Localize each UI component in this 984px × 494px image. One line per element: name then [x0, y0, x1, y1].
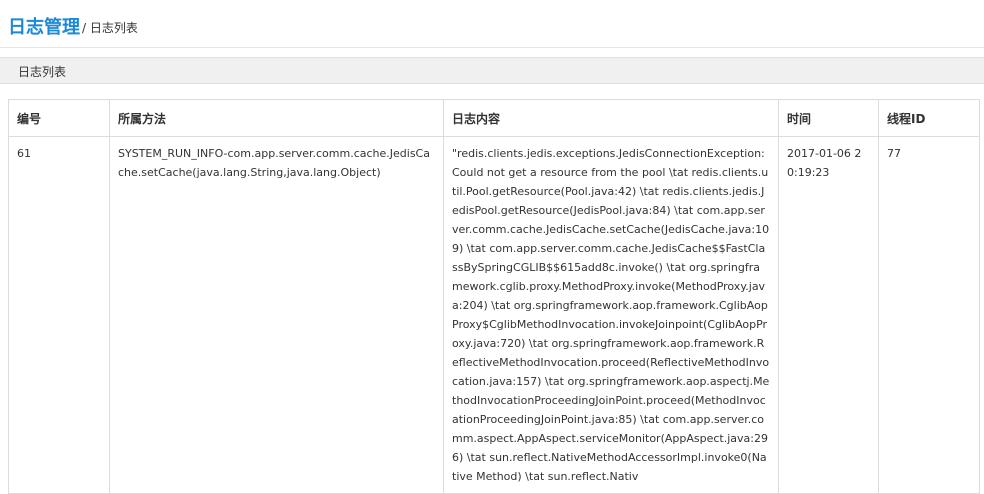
cell-time: 2017-01-06 20:19:23 — [778, 136, 879, 494]
column-header-method: 所属方法 — [109, 99, 444, 137]
cell-method: SYSTEM_RUN_INFO-com.app.server.comm.cach… — [109, 136, 444, 494]
page-subtitle: / 日志列表 — [82, 21, 138, 35]
cell-thread-id: 77 — [878, 136, 980, 494]
page-header: 日志管理 / 日志列表 — [0, 0, 984, 48]
table-header-row: 编号 所属方法 日志内容 时间 线程ID — [8, 99, 980, 137]
breadcrumb: 日志列表 — [0, 57, 984, 84]
log-table: 编号 所属方法 日志内容 时间 线程ID 61 SYSTEM_RUN_INFO-… — [8, 99, 980, 494]
column-header-thread-id: 线程ID — [878, 99, 980, 137]
cell-id: 61 — [8, 136, 110, 494]
column-header-id: 编号 — [8, 99, 110, 137]
cell-content: "redis.clients.jedis.exceptions.JedisCon… — [443, 136, 779, 494]
table-row: 61 SYSTEM_RUN_INFO-com.app.server.comm.c… — [8, 136, 980, 494]
column-header-time: 时间 — [778, 99, 879, 137]
page-title: 日志管理 — [8, 17, 80, 38]
breadcrumb-label: 日志列表 — [18, 65, 67, 79]
column-header-content: 日志内容 — [443, 99, 779, 137]
